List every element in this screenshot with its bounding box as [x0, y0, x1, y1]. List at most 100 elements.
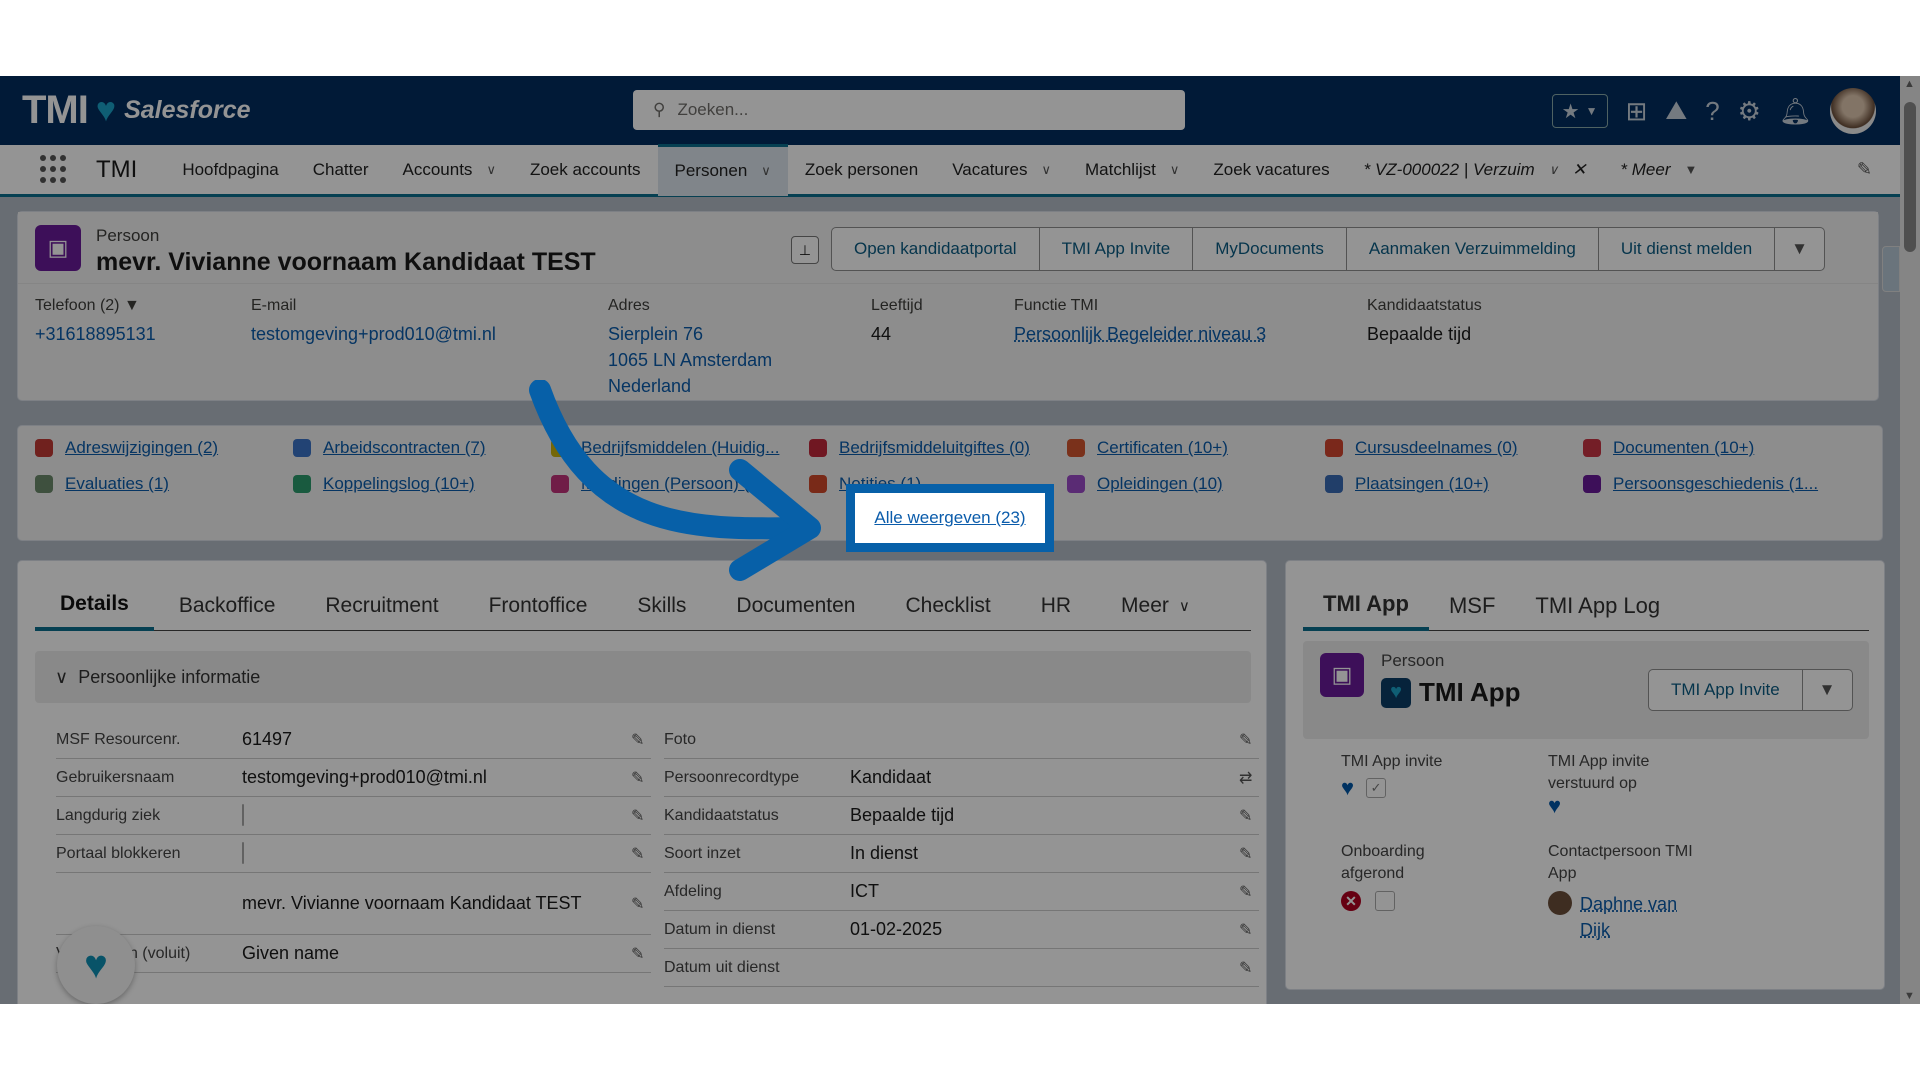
- tab-checklist[interactable]: Checklist: [881, 581, 1016, 631]
- tab-tmi-app-log[interactable]: TMI App Log: [1515, 581, 1680, 631]
- tab-hr[interactable]: HR: [1016, 581, 1096, 631]
- related-link[interactable]: Cursusdeelnames (0): [1325, 438, 1518, 458]
- field-label: Afdeling: [664, 882, 722, 900]
- scroll-up-icon[interactable]: ▲: [1904, 78, 1915, 90]
- field-label: MSF Resourcenr.: [56, 730, 181, 748]
- heart-icon: ♥: [1341, 775, 1355, 800]
- related-link-label: Opleidingen (10): [1097, 474, 1223, 493]
- tmi-utility-heart-button[interactable]: ♥: [57, 926, 135, 1004]
- edit-pencil-icon[interactable]: ✎: [1239, 730, 1259, 750]
- detail-field-row: Voornamen (voluit)Given name✎: [56, 935, 651, 973]
- tab-msf[interactable]: MSF: [1429, 581, 1515, 631]
- tab-label: Meer: [1121, 593, 1169, 617]
- related-link[interactable]: Documenten (10+): [1583, 438, 1754, 458]
- edit-pencil-icon[interactable]: ✎: [631, 844, 651, 864]
- tmi-logo[interactable]: TMI ♥ Salesforce: [22, 88, 251, 133]
- nav-open-tab-verzuim[interactable]: * VZ-000022 | Verzuim ∨ ✕: [1347, 144, 1604, 196]
- related-link[interactable]: Plaatsingen (10+): [1325, 474, 1489, 494]
- page-scrollbar[interactable]: ▲ ▼: [1900, 76, 1920, 1004]
- nav-item-matchlijst[interactable]: Matchlijst ∨: [1068, 144, 1196, 196]
- edit-pencil-icon[interactable]: ✎: [1239, 920, 1259, 940]
- chevron-down-icon[interactable]: ∨: [1170, 162, 1180, 178]
- address-line[interactable]: Sierplein 76: [608, 321, 772, 347]
- heart-plus-icon: ♥: [84, 942, 108, 987]
- related-link[interactable]: Adreswijzigingen (2): [35, 438, 218, 458]
- scroll-thumb[interactable]: [1904, 102, 1916, 252]
- edit-pencil-icon[interactable]: ✎: [631, 806, 651, 826]
- tmi-app-invite-button[interactable]: TMI App Invite: [1649, 670, 1803, 710]
- nav-item-vacatures[interactable]: Vacatures ∨: [935, 144, 1068, 196]
- phone-value[interactable]: +31618895131: [35, 321, 156, 347]
- chevron-down-icon[interactable]: ∨: [761, 163, 771, 179]
- app-launcher-icon[interactable]: [40, 154, 70, 185]
- related-link[interactable]: Koppelingslog (10+): [293, 474, 475, 494]
- edit-pencil-icon[interactable]: ✎: [631, 730, 651, 750]
- edit-pencil-icon[interactable]: ✎: [1239, 958, 1259, 978]
- setup-gear-icon[interactable]: ⚙: [1738, 96, 1761, 127]
- chevron-down-icon[interactable]: ∨: [486, 162, 496, 178]
- detail-field-row: Langdurig ziek ✎: [56, 797, 651, 835]
- tab-tmi-app[interactable]: TMI App: [1303, 581, 1429, 631]
- nav-item-personen[interactable]: Personen ∨: [657, 143, 788, 196]
- contact-label: Contactpersoon TMI App: [1548, 843, 1693, 882]
- aanmaken-verzuimmelding-button[interactable]: Aanmaken Verzuimmelding: [1347, 228, 1599, 270]
- trailhead-icon[interactable]: ⛰: [1665, 95, 1687, 127]
- edit-pencil-icon[interactable]: ✎: [1239, 806, 1259, 826]
- nav-item-chatter[interactable]: Chatter: [296, 144, 386, 196]
- detail-field-row: Kandidaatstatus Bepaalde tijd ✎: [664, 797, 1259, 835]
- tab-backoffice[interactable]: Backoffice: [154, 581, 301, 631]
- view-all-link[interactable]: Alle weergeven (23): [874, 508, 1025, 528]
- change-recordtype-icon[interactable]: ⇄: [1239, 768, 1259, 788]
- email-value[interactable]: testomgeving+prod010@tmi.nl: [251, 321, 496, 347]
- related-link[interactable]: Certificaten (10+): [1067, 438, 1228, 458]
- app-navigation: TMI Hoofdpagina Chatter Accounts ∨ Zoek a…: [0, 143, 1900, 197]
- scroll-down-icon[interactable]: ▼: [1904, 990, 1915, 1002]
- sent-label: TMI App invite verstuurd op: [1548, 753, 1650, 792]
- field-value: Kandidaat: [850, 767, 932, 787]
- tab-meer[interactable]: Meer ∨: [1096, 581, 1215, 631]
- nav-item-zoek-accounts[interactable]: Zoek accounts: [513, 144, 658, 196]
- edit-nav-icon[interactable]: ✎: [1857, 159, 1872, 180]
- edit-pencil-icon[interactable]: ✎: [631, 944, 651, 964]
- related-link[interactable]: Evaluaties (1): [35, 474, 169, 494]
- tmi-app-invite-button[interactable]: TMI App Invite: [1040, 228, 1194, 270]
- more-actions-dropdown[interactable]: ▼: [1775, 228, 1824, 270]
- contact-link[interactable]: Daphne van Dijk: [1580, 891, 1708, 943]
- edit-pencil-icon[interactable]: ✎: [1239, 882, 1259, 902]
- hierarchy-button[interactable]: ⊥: [791, 236, 819, 264]
- nav-item-zoek-vacatures[interactable]: Zoek vacatures: [1196, 144, 1346, 196]
- tab-recruitment[interactable]: Recruitment: [300, 581, 463, 631]
- user-avatar[interactable]: [1830, 88, 1876, 134]
- utility-panel-toggle[interactable]: [1882, 246, 1900, 292]
- related-link[interactable]: Arbeidscontracten (7): [293, 438, 486, 458]
- related-link[interactable]: Opleidingen (10): [1067, 474, 1223, 494]
- notification-bell-icon[interactable]: 🔔︎: [1779, 96, 1812, 127]
- help-icon[interactable]: ?: [1705, 96, 1719, 127]
- add-icon[interactable]: ⊞: [1626, 96, 1648, 127]
- age-label: Leeftijd: [871, 297, 923, 314]
- address-line[interactable]: 1065 LN Amsterdam: [608, 347, 772, 373]
- close-tab-icon[interactable]: ✕: [1572, 160, 1586, 180]
- chevron-down-icon[interactable]: ∨: [1549, 162, 1559, 178]
- related-link[interactable]: Persoonsgeschiedenis (1...: [1583, 474, 1818, 494]
- nav-item-hoofdpagina[interactable]: Hoofdpagina: [165, 144, 295, 196]
- more-actions-dropdown[interactable]: ▼: [1803, 670, 1852, 710]
- phone-label[interactable]: Telefoon (2) ▼: [35, 297, 156, 315]
- nav-more[interactable]: * Meer ▼: [1603, 144, 1714, 196]
- global-search-input[interactable]: ⚲ Zoeken...: [633, 90, 1185, 130]
- tab-details[interactable]: Details: [35, 581, 154, 631]
- open-kandidaatportal-button[interactable]: Open kandidaatportal: [832, 228, 1040, 270]
- related-link[interactable]: Bedrijfsmiddeluitgiftes (0): [809, 438, 1030, 458]
- function-value[interactable]: Persoonlijk Begeleider niveau 3: [1014, 321, 1266, 347]
- nav-item-accounts[interactable]: Accounts ∨: [386, 144, 513, 196]
- edit-pencil-icon[interactable]: ✎: [631, 894, 651, 914]
- edit-pencil-icon[interactable]: ✎: [1239, 844, 1259, 864]
- related-object-icon: [1583, 439, 1601, 457]
- edit-pencil-icon[interactable]: ✎: [631, 768, 651, 788]
- uit-dienst-melden-button[interactable]: Uit dienst melden: [1599, 228, 1776, 270]
- field-label: Soort inzet: [664, 844, 741, 862]
- favorites-button[interactable]: ★ ▼: [1551, 94, 1608, 128]
- nav-item-zoek-personen[interactable]: Zoek personen: [788, 144, 935, 196]
- chevron-down-icon[interactable]: ∨: [1042, 162, 1052, 178]
- mydocuments-button[interactable]: MyDocuments: [1193, 228, 1347, 270]
